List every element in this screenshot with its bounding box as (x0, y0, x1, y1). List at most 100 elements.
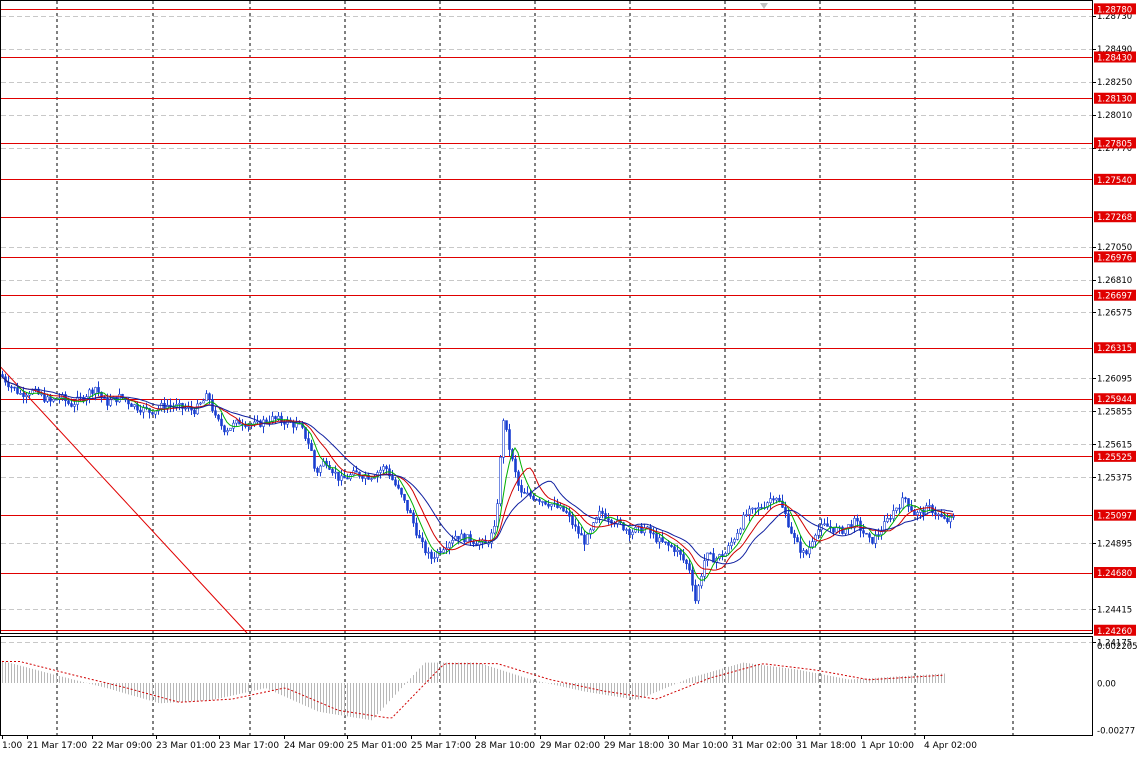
candle-body (826, 523, 829, 527)
candle-body (667, 542, 670, 546)
candle-body (871, 536, 874, 544)
candle-body (382, 466, 385, 471)
candle-body (940, 513, 943, 517)
candle-body (565, 510, 568, 513)
level-price-label: 1.27540 (1097, 176, 1132, 186)
candle-body (415, 522, 418, 536)
candle-body (193, 409, 196, 415)
candle-body (547, 503, 550, 507)
candle-body (340, 475, 343, 481)
oscillator-tick-label: -0.00277 (1097, 726, 1135, 736)
candle-body (406, 499, 409, 511)
time-tick-label: 30 Mar 10:00 (668, 741, 728, 751)
candle-body (526, 492, 529, 495)
candle-body (793, 532, 796, 538)
price-tick-label: 1.24895 (1097, 539, 1132, 549)
candle-body (694, 584, 697, 602)
candle-body (199, 402, 202, 405)
level-price-label: 1.27805 (1097, 139, 1132, 149)
time-tick-label: 21 Mar 17:00 (27, 741, 87, 751)
candle-body (538, 499, 541, 502)
candle-body (862, 530, 865, 534)
candle-body (937, 513, 940, 516)
candle-body (586, 533, 589, 545)
candle-body (541, 501, 544, 503)
price-tick-label: 1.25615 (1097, 440, 1132, 450)
candle-body (160, 402, 163, 409)
candle-body (397, 484, 400, 489)
candle-body (418, 534, 421, 539)
candle-body (760, 507, 763, 509)
candle-body (70, 403, 73, 407)
candle-body (880, 531, 883, 536)
candle-body (523, 491, 526, 494)
chart-grid (1, 1, 1092, 735)
candle-body (535, 499, 538, 501)
candle-body (205, 393, 208, 402)
candle-body (790, 526, 793, 534)
candle-body (400, 487, 403, 495)
candle-body (334, 471, 337, 474)
candle-body (916, 512, 919, 516)
candle-body (877, 534, 880, 536)
candle-body (817, 529, 820, 536)
candle-body (787, 513, 790, 528)
candle-body (934, 512, 937, 515)
candle-body (898, 507, 901, 510)
candle-body (463, 533, 466, 543)
level-price-label: 1.25097 (1097, 512, 1132, 522)
time-tick-label: 29 Mar 02:00 (540, 741, 600, 751)
price-tick-label: 1.26095 (1097, 374, 1132, 384)
candle-body (235, 419, 238, 424)
candle-body (607, 518, 610, 521)
candle-body (208, 393, 211, 400)
candle-body (688, 563, 691, 571)
candle-body (331, 469, 334, 474)
candle-body (346, 477, 349, 480)
candle-body (775, 497, 778, 501)
candle-body (670, 544, 673, 548)
candle-body (91, 389, 94, 394)
candle-body (505, 420, 508, 430)
candle-body (544, 501, 547, 505)
candle-body (337, 471, 340, 481)
price-chart[interactable]: 1.287301.284901.282501.280101.277701.270… (0, 0, 1140, 757)
time-tick-label: 31 Mar 02:00 (732, 741, 792, 751)
level-price-label: 1.24680 (1097, 569, 1132, 579)
candle-body (697, 585, 700, 602)
candle-body (805, 550, 808, 555)
candle-body (673, 546, 676, 552)
time-tick-label: 25 Mar 17:00 (411, 741, 471, 751)
candle-body (427, 551, 430, 554)
candle-body (460, 533, 463, 540)
candle-body (214, 410, 217, 416)
time-tick-label: 31 Mar 18:00 (796, 741, 856, 751)
candle-body (232, 422, 235, 429)
candle-body (727, 545, 730, 554)
candle-body (40, 393, 43, 395)
candle-body (307, 438, 310, 444)
candle-body (217, 414, 220, 420)
candle-body (433, 557, 436, 559)
candle-body (685, 559, 688, 565)
candle-body (220, 418, 223, 427)
candle-body (652, 532, 655, 535)
candle-body (409, 510, 412, 514)
candle-body (421, 537, 424, 543)
oscillator-tick-label: 0.00 (1097, 679, 1116, 689)
candle-body (457, 535, 460, 540)
level-price-label: 1.26697 (1097, 292, 1132, 302)
horizontal-levels[interactable] (0, 9, 1092, 634)
candlesticks (1, 370, 955, 604)
candle-body (904, 497, 907, 500)
candle-body (691, 569, 694, 586)
candle-body (67, 400, 70, 404)
candle-body (832, 527, 835, 533)
candle-body (154, 410, 157, 415)
candle-body (496, 503, 499, 527)
candle-body (202, 400, 205, 404)
trend-line (0, 365, 248, 634)
candle-body (133, 404, 136, 407)
candle-body (88, 389, 91, 397)
time-tick-label: 25 Mar 01:00 (347, 741, 407, 751)
